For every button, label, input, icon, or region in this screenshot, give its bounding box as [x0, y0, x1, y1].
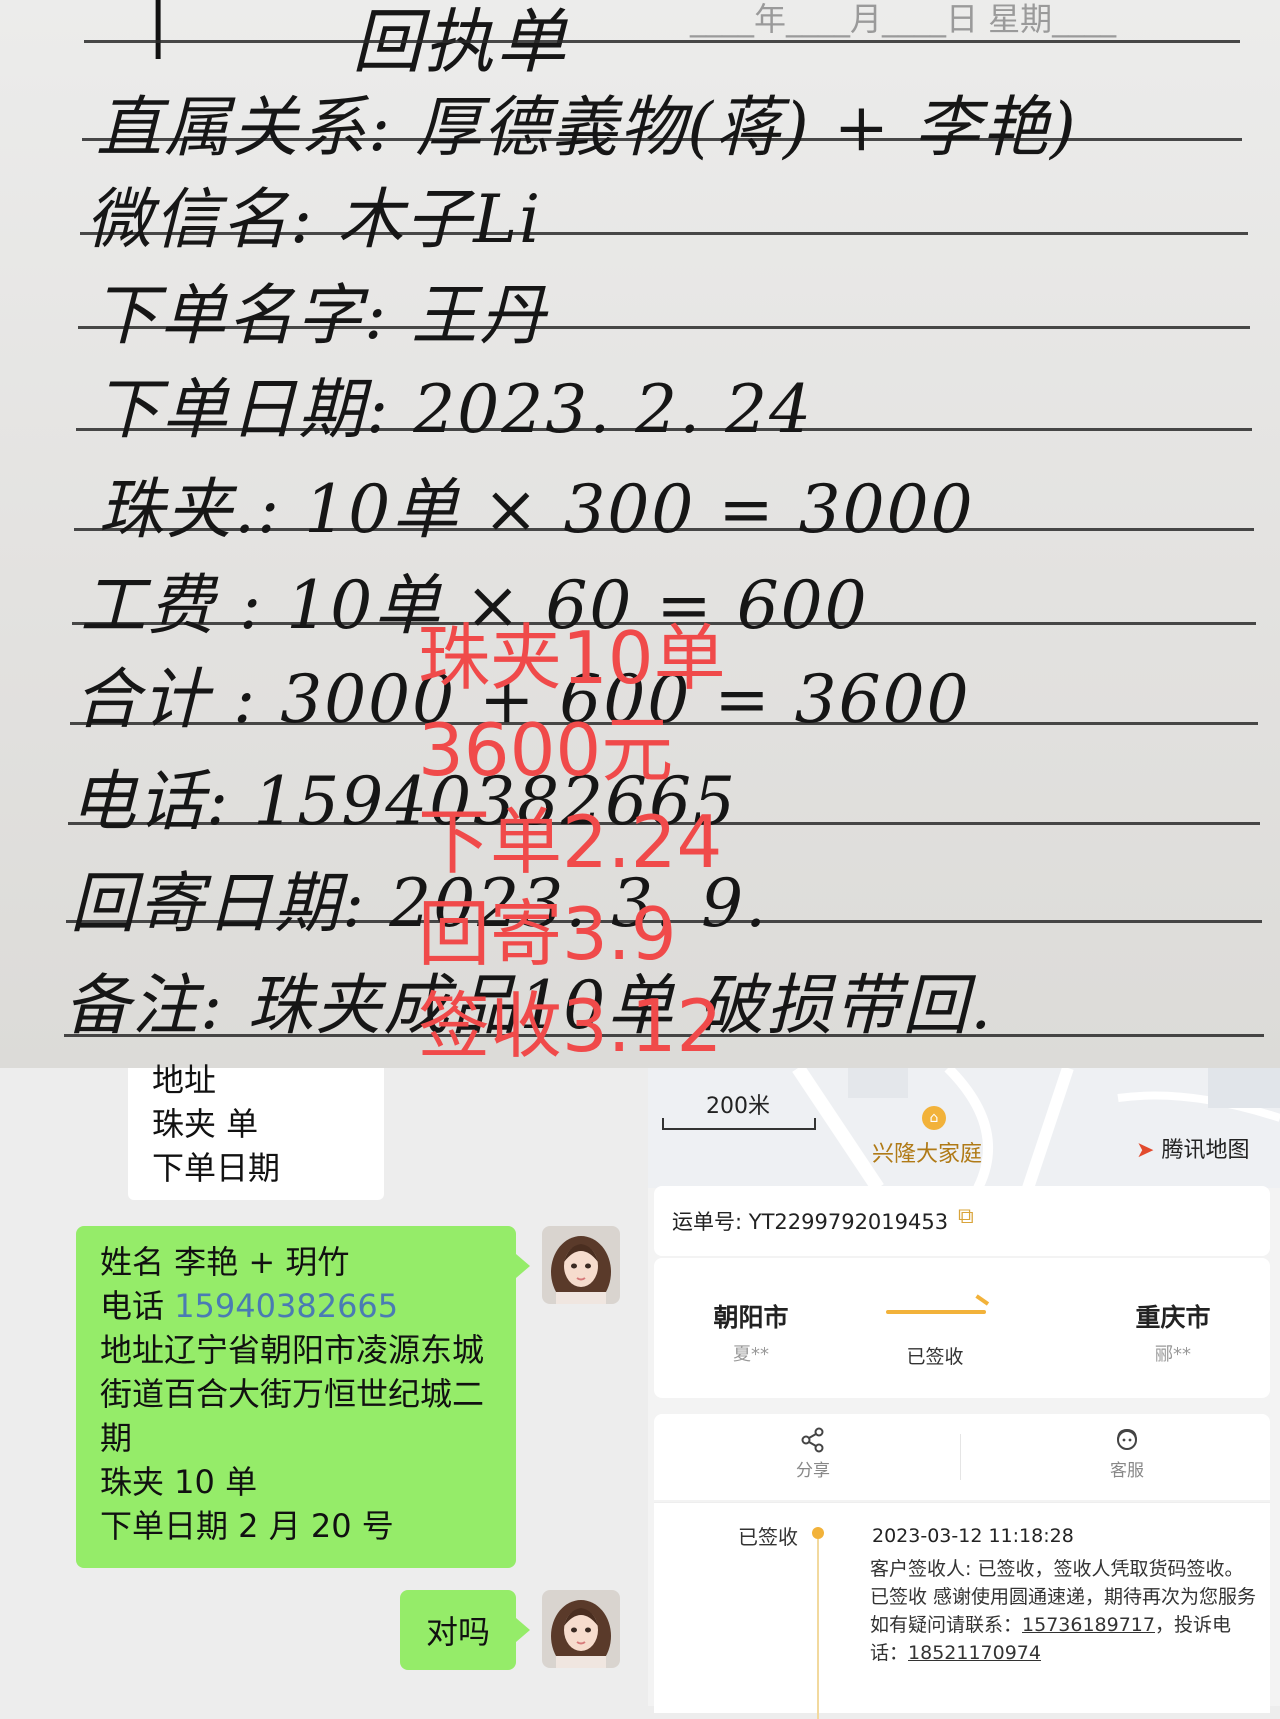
message-address-line: 地址辽宁省朝阳市凌源东城街道百合大街万恒世纪城二期 [100, 1331, 485, 1457]
origin-person: 夏** [733, 1344, 769, 1365]
receipt-corner-mark: | [148, 0, 169, 60]
actions-bar: 分享 客服 [654, 1414, 1270, 1500]
receipt-line-relation: 直属关系: 厚德義物(蒋) + 李艳) [96, 89, 1078, 166]
timeline-time: 2023-03-12 11:18:28 [872, 1525, 1074, 1547]
route-card: 朝阳市 夏** 已签收 重庆市 郦** [654, 1258, 1270, 1398]
message-phone-line: 电话 15940382665 [100, 1287, 399, 1325]
share-icon [738, 1426, 888, 1456]
waybill-card: 运单号: YT2299792019453 ⧉ [654, 1186, 1270, 1256]
map-logo-icon: ➤ [1136, 1138, 1155, 1163]
prev-message-line: 珠夹 单 [152, 1105, 259, 1143]
map-scale-label: 200米 [706, 1094, 770, 1119]
user-avatar[interactable] [542, 1226, 620, 1304]
summary-overlay: 珠夹10单 3600元 下单2.24 回寄3.9 签收3.12 [418, 612, 726, 1072]
origin-city: 朝阳市 [713, 1303, 789, 1332]
customer-service-icon [1052, 1426, 1202, 1456]
chat-screenshot: 地址 珠夹 单 下单日期 姓名 李艳 + 玥竹 电话 15940382665 地… [0, 1061, 648, 1706]
waybill-number: 运单号: YT2299792019453 [672, 1210, 949, 1234]
message-order-date-line: 下单日期 2 月 20 号 [100, 1507, 394, 1545]
route-arrow-icon [886, 1310, 986, 1314]
overlay-line-return: 回寄3.9 [418, 892, 677, 976]
customer-service-button[interactable]: 客服 [1052, 1426, 1202, 1481]
complaint-phone-link[interactable]: 18521170974 [908, 1642, 1041, 1664]
tracking-map[interactable]: 200米 ⌂ 兴隆大家庭 ➤ 腾讯地图 [648, 1068, 1280, 1188]
message-name-line: 姓名 李艳 + 玥竹 [100, 1243, 350, 1281]
map-poi-label[interactable]: 兴隆大家庭 [872, 1136, 982, 1168]
overlay-line-clips: 珠夹10单 [418, 616, 726, 700]
phone-link[interactable]: 15940382665 [174, 1287, 398, 1325]
map-scale-bar [662, 1118, 816, 1130]
share-label: 分享 [796, 1461, 830, 1481]
map-provider-logo: ➤ 腾讯地图 [1136, 1138, 1250, 1163]
logistics-screenshot: 200米 ⌂ 兴隆大家庭 ➤ 腾讯地图 运单号: YT2299792019453… [648, 1068, 1280, 1719]
user-avatar[interactable] [542, 1590, 620, 1668]
contact-phone-link[interactable]: 15736189717 [1022, 1614, 1155, 1636]
receipt-line-clips: 珠夹.: 10单 × 300 = 3000 [98, 471, 975, 548]
destination-person: 郦** [1155, 1344, 1191, 1365]
poi-marker-icon[interactable]: ⌂ [922, 1106, 946, 1130]
tracking-timeline: 已签收 2023-03-12 11:18:28 客户签收人: 已签收，签收人凭取… [654, 1502, 1270, 1719]
route-status: 已签收 [906, 1346, 964, 1368]
bubble-tail [516, 1254, 530, 1278]
timeline-text: 客户签收人: 已签收，签收人凭取货码签收。 已签收 感谢使用圆通速递，期待再次为… [870, 1558, 1257, 1664]
overlay-line-signed: 签收3.12 [418, 984, 723, 1068]
share-button[interactable]: 分享 [738, 1426, 888, 1481]
receipt-line-order-date: 下单日期: 2023. 2. 24 [94, 371, 814, 448]
prev-message-line: 地址 [152, 1061, 217, 1099]
prev-message-line: 下单日期 [152, 1149, 281, 1187]
timeline-dot-icon [812, 1527, 824, 1539]
receipt-header-date: ____年____月____日 星期____ [690, 0, 1117, 38]
actions-divider [960, 1434, 961, 1480]
receipt-line-order-name: 下单名字: 王丹 [92, 277, 548, 354]
message-item-line: 珠夹 10 单 [100, 1463, 258, 1501]
overlay-line-amount: 3600元 [418, 708, 674, 792]
copy-icon[interactable]: ⧉ [958, 1204, 974, 1229]
bubble-tail [516, 1618, 530, 1642]
confirm-message-bubble[interactable]: 对吗 [400, 1590, 516, 1670]
timeline-status: 已签收 [738, 1525, 798, 1549]
previous-message-bubble: 地址 珠夹 单 下单日期 [128, 1061, 384, 1200]
overlay-line-order: 下单2.24 [418, 800, 723, 884]
receipt-line-wechat: 微信名: 木子Li [86, 181, 543, 258]
customer-service-label: 客服 [1110, 1461, 1144, 1481]
order-info-message-bubble[interactable]: 姓名 李艳 + 玥竹 电话 15940382665 地址辽宁省朝阳市凌源东城街道… [76, 1226, 516, 1568]
timeline-line [817, 1539, 819, 1719]
destination-city: 重庆市 [1135, 1303, 1211, 1332]
